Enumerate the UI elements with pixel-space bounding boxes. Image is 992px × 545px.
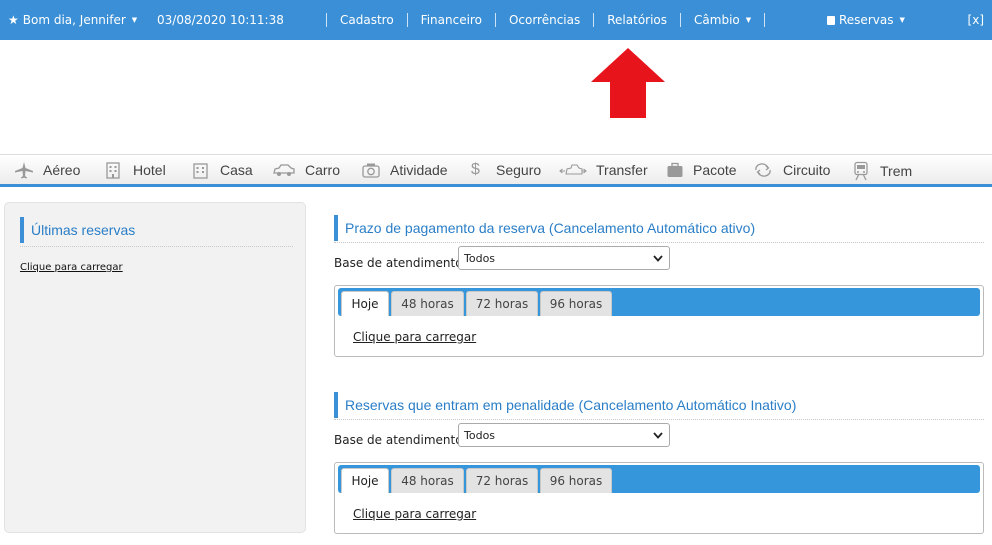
red-arrow-up-icon — [591, 48, 665, 118]
load-link[interactable]: Clique para carregar — [353, 507, 476, 521]
tab-48-horas[interactable]: 48 horas — [391, 468, 464, 493]
tab-72-horas[interactable]: 72 horas — [466, 468, 538, 493]
divider — [334, 242, 984, 243]
section-title: Reservas que entram em penalidade (Cance… — [334, 392, 796, 418]
greeting-text: Bom dia, Jennifer — [22, 13, 126, 27]
document-icon — [827, 15, 835, 25]
caret-down-icon: ▼ — [745, 16, 752, 24]
sidebar-load-link[interactable]: Clique para carregar — [20, 262, 123, 273]
menu-relatorios[interactable]: Relatórios — [593, 13, 680, 27]
tab-hoje[interactable]: Hoje — [341, 468, 389, 493]
base-atendimento-select[interactable]: Todos — [458, 246, 670, 270]
top-bar: ★ Bom dia, Jennifer ▼ 03/08/2020 10:11:3… — [0, 0, 992, 40]
tab-panel: Hoje 48 horas 72 horas 96 horas Clique p… — [334, 285, 984, 357]
select-value: Todos — [464, 251, 496, 265]
chevron-down-icon — [653, 431, 663, 439]
product-pacote[interactable]: Pacote — [666, 161, 737, 179]
car-icon — [273, 164, 295, 176]
menu-cambio[interactable]: Câmbio ▼ — [680, 13, 766, 27]
camera-icon — [362, 163, 380, 178]
main-menu: Cadastro Financeiro Ocorrências Relatóri… — [326, 13, 766, 27]
product-trem[interactable]: Trem — [851, 161, 912, 181]
product-transfer[interactable]: Transfer — [559, 161, 648, 179]
tab-strip: Hoje 48 horas 72 horas 96 horas — [338, 465, 980, 493]
product-casa[interactable]: Casa — [191, 161, 253, 179]
section-title: Prazo de pagamento da reserva (Cancelame… — [334, 215, 755, 241]
tab-strip: Hoje 48 horas 72 horas 96 horas — [338, 288, 980, 316]
divider — [334, 419, 984, 420]
menu-financeiro[interactable]: Financeiro — [406, 13, 495, 27]
reservas-label: Reservas — [839, 13, 894, 27]
train-icon — [854, 161, 868, 181]
close-button[interactable]: [x] — [968, 13, 984, 27]
tab-48-horas[interactable]: 48 horas — [391, 291, 464, 316]
dollar-icon: $ — [471, 161, 480, 178]
product-seguro[interactable]: $ Seguro — [471, 161, 541, 179]
product-aereo[interactable]: Aéreo — [14, 161, 80, 179]
product-atividade[interactable]: Atividade — [361, 161, 448, 179]
base-atendimento-select[interactable]: Todos — [458, 423, 670, 447]
sidebar-title: Últimas reservas — [20, 217, 135, 243]
house-icon — [193, 163, 208, 179]
datetime: 03/08/2020 10:11:38 — [157, 13, 284, 27]
star-icon: ★ — [8, 13, 19, 27]
product-hotel[interactable]: Hotel — [104, 161, 166, 179]
user-greeting-menu[interactable]: ★ Bom dia, Jennifer ▼ — [8, 13, 137, 27]
base-atendimento-label: Base de atendimento — [334, 256, 463, 270]
load-link[interactable]: Clique para carregar — [353, 330, 476, 344]
chevron-down-icon — [653, 254, 663, 262]
loop-icon — [755, 163, 771, 177]
product-carro[interactable]: Carro — [272, 161, 340, 179]
sidebar-ultimas-reservas: Últimas reservas Clique para carregar — [4, 202, 306, 533]
building-icon — [106, 162, 120, 179]
tab-96-horas[interactable]: 96 horas — [540, 468, 612, 493]
divider — [20, 246, 293, 247]
caret-down-icon: ▼ — [131, 16, 138, 24]
transfer-icon — [559, 164, 587, 175]
suitcase-icon — [667, 162, 683, 177]
product-nav: Aéreo Hotel Casa Carro Atividade $ Segur… — [0, 154, 992, 187]
product-circuito[interactable]: Circuito — [752, 161, 830, 179]
select-value: Todos — [464, 428, 496, 442]
tab-72-horas[interactable]: 72 horas — [466, 291, 538, 316]
reservas-menu[interactable]: Reservas ▼ — [827, 13, 905, 27]
base-atendimento-label: Base de atendimento — [334, 433, 463, 447]
tab-hoje[interactable]: Hoje — [341, 291, 389, 316]
airplane-icon — [15, 162, 33, 179]
menu-ocorrencias[interactable]: Ocorrências — [494, 13, 593, 27]
caret-down-icon: ▼ — [899, 16, 905, 24]
tab-panel: Hoje 48 horas 72 horas 96 horas Clique p… — [334, 462, 984, 534]
tab-96-horas[interactable]: 96 horas — [540, 291, 612, 316]
menu-cadastro[interactable]: Cadastro — [326, 13, 407, 27]
